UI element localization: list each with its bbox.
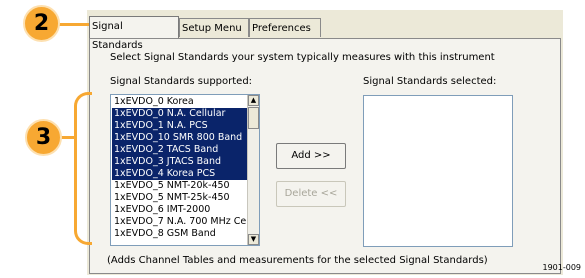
tab-preferences[interactable]: Preferences — [249, 18, 321, 37]
list-item[interactable]: 1xEVDO_6 IMT-2000 — [112, 204, 248, 216]
footer-note: (Adds Channel Tables and measurements fo… — [107, 255, 488, 266]
tab-preferences-label: Preferences — [252, 23, 311, 34]
selected-label: Signal Standards selected: — [363, 76, 497, 87]
callout-3-leader — [60, 136, 76, 139]
list-item[interactable]: 1xEVDO_4 Korea PCS — [112, 168, 248, 180]
tab-setup-menu-label: Setup Menu — [182, 23, 242, 34]
list-item[interactable]: 1xEVDO_10 SMR 800 Band — [112, 132, 248, 144]
figure-number: 1901-009 — [542, 263, 581, 272]
list-item[interactable]: 1xEVDO_5 NMT-20k-450 — [112, 180, 248, 192]
list-item[interactable]: 1xEVDO_1 N.A. PCS — [112, 120, 248, 132]
supported-standards-list[interactable]: 1xEVDO_0 Korea 1xEVDO_0 N.A. Cellular 1x… — [110, 94, 260, 246]
scroll-up-arrow-icon[interactable]: ▲ — [248, 95, 259, 106]
add-button[interactable]: Add >> — [276, 143, 346, 169]
callout-3-badge: 3 — [25, 119, 62, 156]
list-item[interactable]: 1xEVDO_0 N.A. Cellular — [112, 108, 248, 120]
supported-label: Signal Standards supported: — [110, 76, 253, 87]
tab-setup-menu[interactable]: Setup Menu — [179, 18, 249, 37]
callout-3-bracket — [74, 92, 92, 245]
scroll-thumb[interactable] — [248, 107, 259, 129]
list-item[interactable]: 1xEVDO_7 N.A. 700 MHz Cellu — [112, 216, 248, 228]
list-item[interactable]: 1xEVDO_0 Korea — [112, 96, 248, 108]
scroll-down-arrow-icon[interactable]: ▼ — [248, 234, 259, 245]
callout-2-badge: 2 — [23, 5, 60, 42]
list-item[interactable]: 1xEVDO_8 GSM Band — [112, 228, 248, 240]
delete-button[interactable]: Delete << — [276, 181, 346, 207]
list-item[interactable]: 1xEVDO_5 NMT-25k-450 — [112, 192, 248, 204]
list-item[interactable]: 1xEVDO_2 TACS Band — [112, 144, 248, 156]
tab-signal-standards-label: Signal Standards — [92, 21, 143, 51]
list-scrollbar[interactable]: ▲ ▼ — [247, 95, 259, 245]
tab-signal-standards[interactable]: Signal Standards — [89, 16, 179, 51]
selected-standards-list[interactable] — [363, 95, 513, 247]
list-item[interactable]: 1xEVDO_3 JTACS Band — [112, 156, 248, 168]
instruction-text: Select Signal Standards your system typi… — [110, 52, 495, 63]
